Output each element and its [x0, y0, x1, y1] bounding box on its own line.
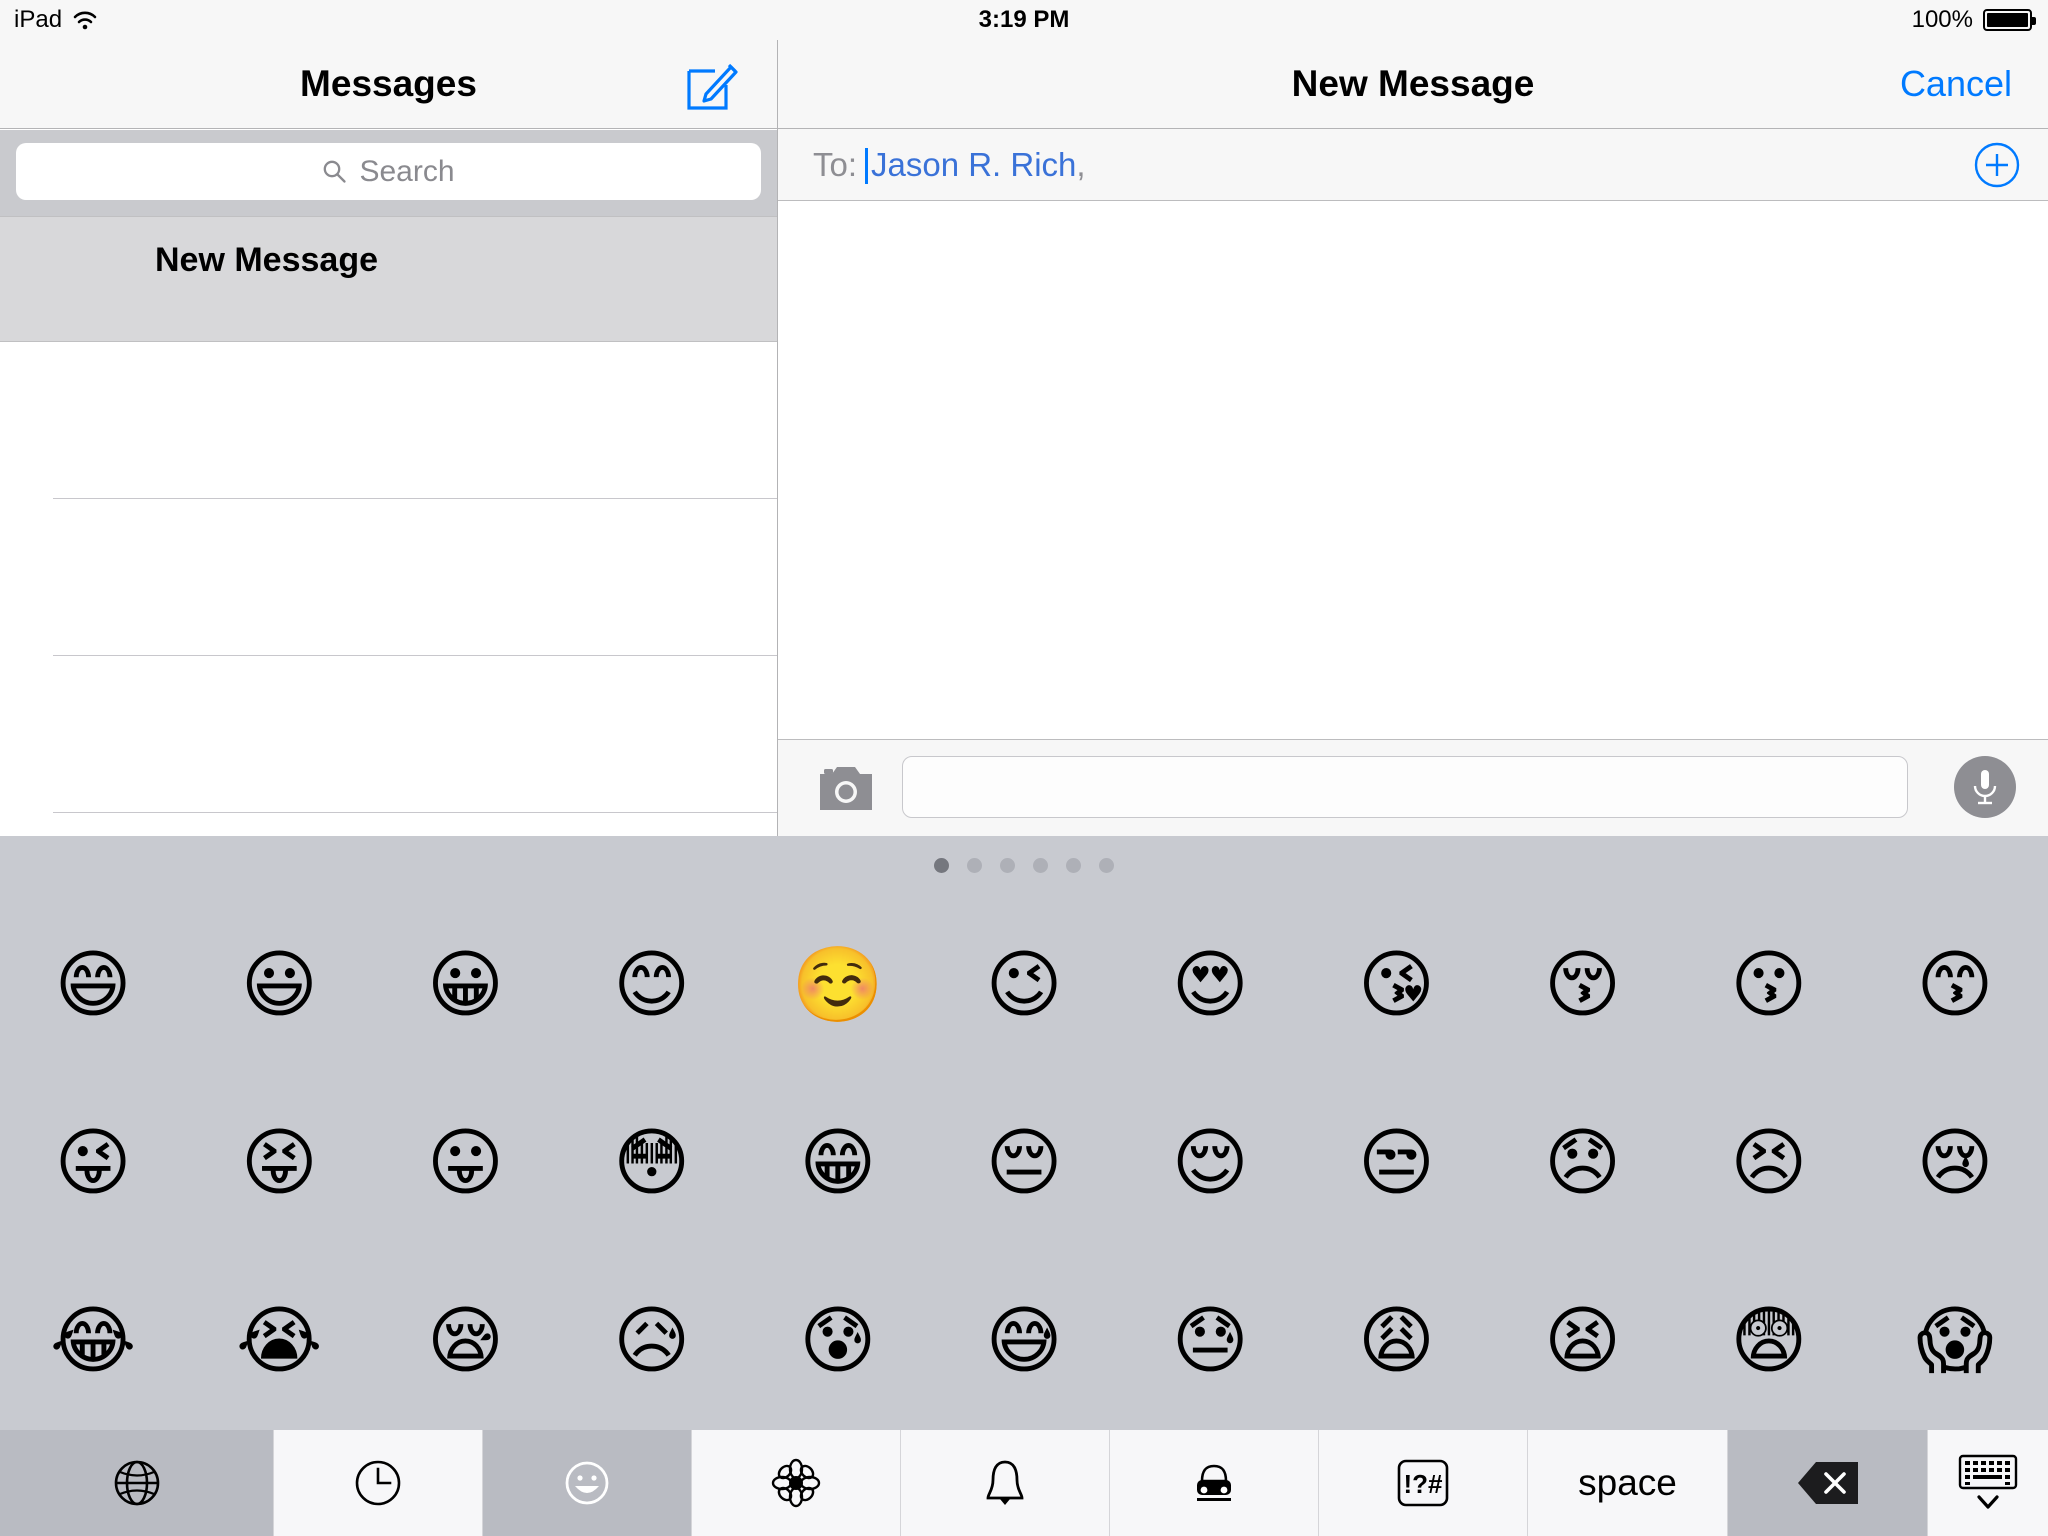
emoji-key[interactable]: 😔 — [931, 1126, 1117, 1200]
search-placeholder: Search — [359, 154, 455, 188]
emoji-key[interactable]: 😅 — [931, 1304, 1117, 1378]
emoji-key[interactable]: 😌 — [1117, 1126, 1303, 1200]
recipient-separator: , — [1076, 145, 1086, 183]
emoji-key[interactable]: 😂 — [0, 1304, 186, 1378]
emoji-page-dots — [0, 858, 2048, 873]
messages-sidebar: Messages Search New Message — [0, 0, 778, 836]
conversation-list: New Message — [0, 216, 777, 836]
emoji-key[interactable]: 😙 — [1862, 948, 2048, 1022]
hide-keyboard-icon[interactable] — [1928, 1430, 2048, 1536]
emoji-key[interactable]: 😁 — [745, 1126, 931, 1200]
emoji-key[interactable]: 😫 — [1490, 1304, 1676, 1378]
nature-flower-icon[interactable] — [692, 1430, 901, 1536]
sidebar-navbar: Messages — [0, 40, 777, 129]
emoji-key[interactable]: 😓 — [1117, 1304, 1303, 1378]
message-compose-bar — [778, 739, 2048, 836]
space-key[interactable]: space — [1528, 1430, 1728, 1536]
emoji-row: 😄 😃 😀 😊 ☺️ 😉 😍 😘 😚 😗 😙 — [0, 896, 2048, 1074]
globe-icon[interactable] — [0, 1430, 274, 1536]
list-item[interactable]: New Message — [0, 216, 777, 342]
detail-title: New Message — [1291, 63, 1535, 104]
add-contact-plus-icon[interactable] — [1974, 142, 2020, 188]
emoji-page-dot[interactable] — [967, 858, 982, 873]
emoji-key[interactable]: 😥 — [559, 1304, 745, 1378]
list-item[interactable] — [0, 499, 777, 656]
to-label: To: — [813, 145, 858, 183]
emoji-page-dot[interactable] — [1000, 858, 1015, 873]
emoji-key[interactable]: 😛 — [372, 1126, 558, 1200]
emoji-key[interactable]: 😭 — [186, 1304, 372, 1378]
emoji-grid: 😄 😃 😀 😊 ☺️ 😉 😍 😘 😚 😗 😙 😜 😝 😛 😳 😁 😔 😌 😒 😞 😣 😢 😂 😭 😪 😥 😰 😅 😓 😩 😫 😨 😱 — [0, 896, 2048, 1430]
compose-pencil-icon[interactable] — [685, 58, 739, 112]
emoji-key[interactable]: 😪 — [372, 1304, 558, 1378]
message-input[interactable] — [902, 756, 1908, 818]
list-item[interactable] — [0, 656, 777, 813]
battery-percent-label: 100% — [1911, 6, 1973, 33]
message-thread-area — [778, 201, 2048, 739]
emoji-page-dot[interactable] — [1099, 858, 1114, 873]
list-separator — [53, 812, 777, 813]
microphone-icon[interactable] — [1954, 756, 2016, 818]
emoji-key[interactable]: 😩 — [1303, 1304, 1489, 1378]
battery-icon — [1983, 9, 2036, 31]
ipad-messages-screen: Messages Search New Message New Message … — [0, 0, 2048, 1536]
emoji-key[interactable]: 😃 — [186, 948, 372, 1022]
cancel-button[interactable]: Cancel — [1900, 40, 2012, 128]
emoji-page-dot[interactable] — [1033, 858, 1048, 873]
emoji-key[interactable]: 😝 — [186, 1126, 372, 1200]
page-title: Messages — [300, 63, 477, 104]
detail-navbar: New Message Cancel — [778, 40, 2048, 129]
emoji-key[interactable]: 😢 — [1862, 1126, 2048, 1200]
status-bar-right: 100% — [1911, 0, 2036, 40]
emoji-key[interactable]: 😣 — [1676, 1126, 1862, 1200]
emoji-key[interactable]: 😘 — [1303, 948, 1489, 1022]
space-key-label: space — [1578, 1462, 1677, 1503]
emoji-key[interactable]: 😍 — [1117, 948, 1303, 1022]
emoji-key[interactable]: 😜 — [0, 1126, 186, 1200]
emoji-row: 😜 😝 😛 😳 😁 😔 😌 😒 😞 😣 😢 — [0, 1074, 2048, 1252]
recipient-name: Jason R. Rich — [871, 145, 1077, 183]
delete-backspace-icon[interactable] — [1728, 1430, 1928, 1536]
status-bar-clock: 3:19 PM — [978, 6, 1070, 33]
emoji-key[interactable]: 😗 — [1676, 948, 1862, 1022]
camera-icon[interactable] — [818, 762, 874, 814]
status-bar: iPad 3:19 PM 100% — [0, 0, 2048, 40]
emoji-keyboard: 😄 😃 😀 😊 ☺️ 😉 😍 😘 😚 😗 😙 😜 😝 😛 😳 😁 😔 😌 😒 😞 😣 😢 😂 😭 😪 😥 😰 😅 😓 😩 😫 😨 😱 — [0, 836, 2048, 1536]
keyboard-toolbar: !?# space — [0, 1430, 2048, 1536]
svg-text:!?#: !?# — [1404, 1469, 1444, 1499]
text-caret — [865, 148, 868, 184]
emoji-key[interactable]: 😚 — [1490, 948, 1676, 1022]
emoji-key[interactable]: 😊 — [559, 948, 745, 1022]
symbols-icon[interactable]: !?# — [1319, 1430, 1528, 1536]
conversation-title: New Message — [155, 241, 378, 279]
list-item[interactable] — [0, 342, 777, 499]
people-smiley-icon[interactable] — [483, 1430, 692, 1536]
to-field-row: To: Jason R. Rich, — [778, 129, 2048, 201]
emoji-page-dot[interactable] — [934, 858, 949, 873]
emoji-page-dot[interactable] — [1066, 858, 1081, 873]
emoji-key[interactable]: 😳 — [559, 1126, 745, 1200]
objects-bell-icon[interactable] — [901, 1430, 1110, 1536]
emoji-key[interactable]: 😞 — [1490, 1126, 1676, 1200]
emoji-key[interactable]: 😰 — [745, 1304, 931, 1378]
search-icon — [322, 159, 347, 184]
emoji-key[interactable]: ☺️ — [745, 948, 931, 1022]
search-input[interactable]: Search — [16, 143, 761, 200]
travel-car-icon[interactable] — [1110, 1430, 1319, 1536]
emoji-key[interactable]: 😀 — [372, 948, 558, 1022]
emoji-key[interactable]: 😄 — [0, 948, 186, 1022]
search-bar-container: Search — [0, 130, 777, 216]
emoji-row: 😂 😭 😪 😥 😰 😅 😓 😩 😫 😨 😱 — [0, 1252, 2048, 1430]
emoji-key[interactable]: 😉 — [931, 948, 1117, 1022]
emoji-key[interactable]: 😒 — [1303, 1126, 1489, 1200]
new-message-pane: New Message Cancel To: Jason R. Rich, — [778, 0, 2048, 836]
recent-clock-icon[interactable] — [274, 1430, 483, 1536]
recipient-token[interactable]: Jason R. Rich, — [871, 129, 1086, 200]
emoji-key[interactable]: 😱 — [1862, 1304, 2048, 1378]
emoji-key[interactable]: 😨 — [1676, 1304, 1862, 1378]
